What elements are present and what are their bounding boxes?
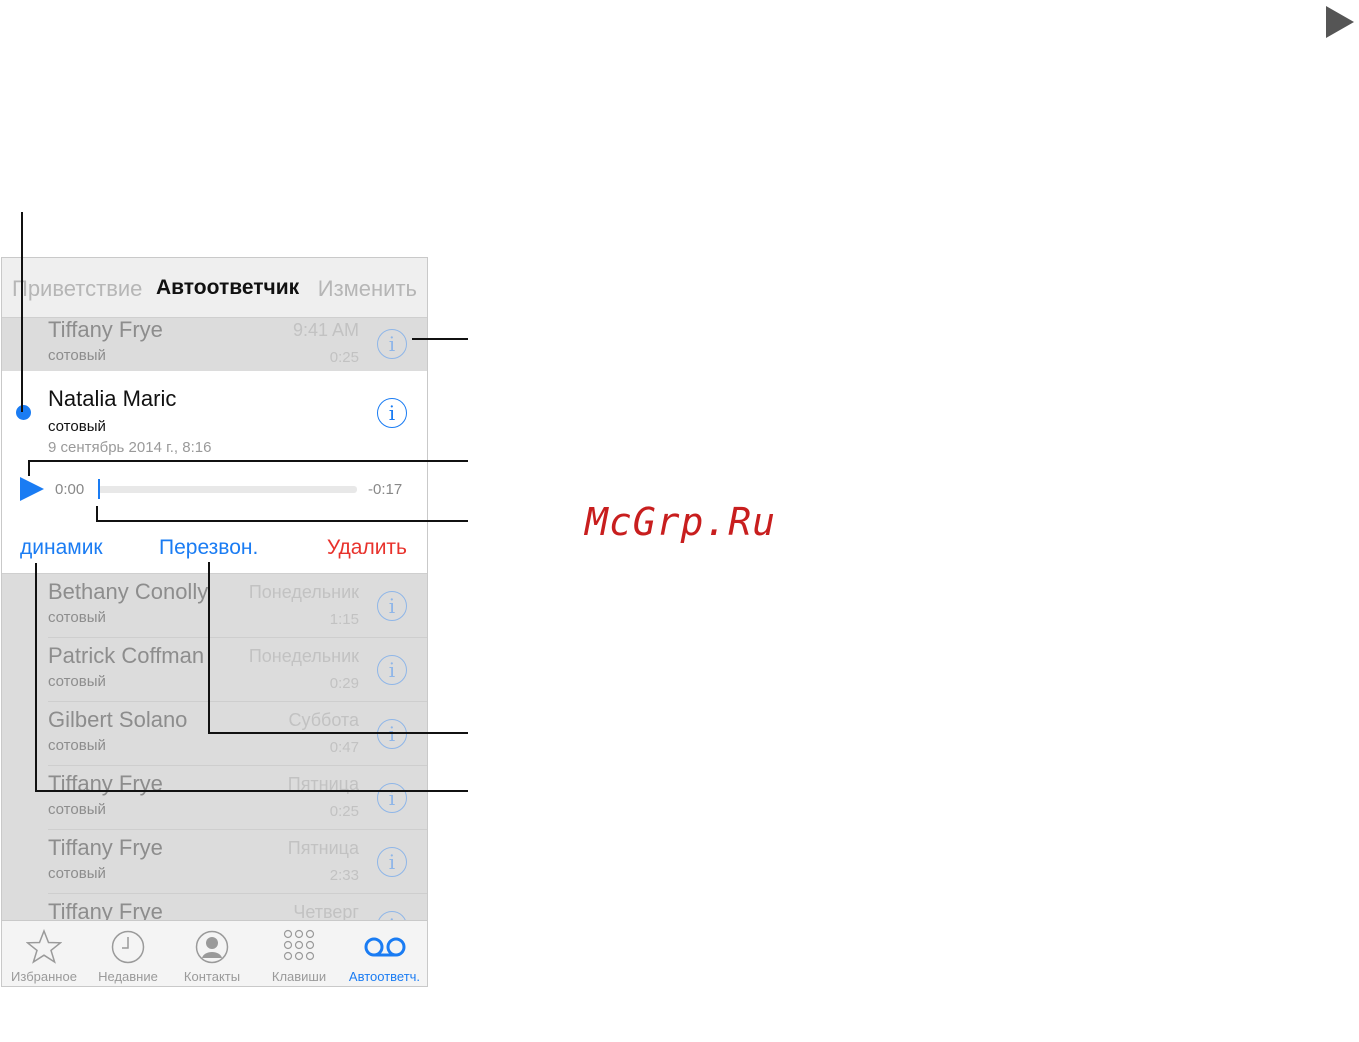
keypad-icon xyxy=(283,929,315,961)
message-duration: 0:29 xyxy=(329,675,359,692)
tab-label: Клавиши xyxy=(271,969,327,984)
tab-label: Недавние xyxy=(98,969,158,984)
caller-name: Tiffany Frye xyxy=(48,317,163,342)
info-icon[interactable]: i xyxy=(377,591,407,621)
callout-line xyxy=(35,563,37,792)
voicemail-row[interactable]: Tiffany Frye сотовый Пятница 0:25 i xyxy=(2,766,427,830)
callout-line xyxy=(412,338,468,340)
callout-line xyxy=(96,520,468,522)
info-icon[interactable]: i xyxy=(377,329,407,359)
contact-icon xyxy=(195,930,229,964)
message-date: Суббота xyxy=(288,710,360,730)
tab-label: Избранное xyxy=(11,969,77,984)
caller-name: Bethany Conolly xyxy=(48,579,209,604)
speaker-button[interactable]: динамик xyxy=(20,536,103,560)
tab-voicemail[interactable]: Автоответч. xyxy=(342,921,427,986)
nav-bar: Приветствие Автоответчик Изменить xyxy=(2,258,427,318)
tab-favorites[interactable]: Избранное xyxy=(2,921,86,986)
message-date: Понедельник xyxy=(248,582,359,602)
callout-line xyxy=(28,460,30,476)
caller-type: сотовый xyxy=(48,347,106,364)
voicemail-row[interactable]: Tiffany Frye сотовый 9:41 AM 0:25 i xyxy=(2,312,427,376)
tab-recents[interactable]: Недавние xyxy=(86,921,170,986)
message-date: Пятница xyxy=(287,838,359,858)
tab-label: Автоответч. xyxy=(348,969,421,984)
message-duration: 0:25 xyxy=(329,803,359,820)
caller-name: Tiffany Frye xyxy=(48,835,163,860)
voicemail-row[interactable]: Patrick Coffman сотовый Понедельник 0:29… xyxy=(2,638,427,702)
caller-name: Gilbert Solano xyxy=(48,707,188,732)
message-date: 9:41 AM xyxy=(292,320,359,340)
caller-name: Patrick Coffman xyxy=(48,643,205,668)
voicemail-row[interactable]: Bethany Conolly сотовый Понедельник 1:15… xyxy=(2,574,427,638)
caller-name: Tiffany Frye xyxy=(48,771,163,796)
scrubber-track[interactable] xyxy=(98,486,357,493)
play-icon[interactable] xyxy=(20,477,44,501)
caller-name: Natalia Maric xyxy=(48,386,177,411)
clock-icon xyxy=(111,930,145,964)
page-title: Автоответчик xyxy=(156,276,300,299)
tab-contacts[interactable]: Контакты xyxy=(170,921,254,986)
watermark: McGrp.Ru xyxy=(585,500,777,544)
edit-button[interactable]: Изменить xyxy=(318,276,417,302)
caller-type: сотовый xyxy=(48,801,106,818)
caller-type: сотовый xyxy=(48,673,106,690)
callout-line xyxy=(21,212,23,412)
callout-line xyxy=(208,732,468,734)
unread-indicator xyxy=(16,405,31,420)
tab-bar: Избранное Недавние Контакты Клавиши Авто… xyxy=(2,920,427,986)
caller-type: сотовый xyxy=(48,418,106,435)
voicemail-row[interactable]: Gilbert Solano сотовый Суббота 0:47 i xyxy=(2,702,427,766)
caller-type: сотовый xyxy=(48,609,106,626)
tab-label: Контакты xyxy=(183,969,241,984)
callout-line xyxy=(35,790,468,792)
star-icon xyxy=(26,929,62,964)
scrubber-handle[interactable] xyxy=(98,479,100,499)
message-duration: 0:47 xyxy=(329,739,359,756)
info-icon[interactable]: i xyxy=(377,783,407,813)
message-date: 9 сентябрь 2014 г., 8:16 xyxy=(48,439,212,456)
voicemail-icon xyxy=(364,937,405,957)
info-icon[interactable]: i xyxy=(377,719,407,749)
callout-line xyxy=(208,562,210,734)
remaining-time: -0:17 xyxy=(368,481,403,498)
info-icon[interactable]: i xyxy=(377,847,407,877)
info-icon[interactable]: i xyxy=(377,398,407,428)
delete-button[interactable]: Удалить xyxy=(327,536,407,560)
elapsed-time: 0:00 xyxy=(55,481,85,498)
info-icon[interactable]: i xyxy=(377,655,407,685)
message-duration: 0:25 xyxy=(329,349,359,366)
greeting-button[interactable]: Приветствие xyxy=(12,276,142,302)
expanded-message: Natalia Maric сотовый 9 сентябрь 2014 г.… xyxy=(2,371,427,574)
voicemail-row[interactable]: Tiffany Frye сотовый Пятница 2:33 i xyxy=(2,830,427,894)
callout-line xyxy=(28,460,468,462)
tab-keypad[interactable]: Клавиши xyxy=(254,921,344,986)
caller-type: сотовый xyxy=(48,737,106,754)
caller-type: сотовый xyxy=(48,865,106,882)
phone-screen: Приветствие Автоответчик Изменить Tiffan… xyxy=(1,257,428,987)
message-duration: 1:15 xyxy=(329,611,359,628)
call-back-button[interactable]: Перезвон. xyxy=(159,536,258,560)
message-duration: 2:33 xyxy=(329,867,359,884)
next-page-arrow-icon[interactable] xyxy=(1326,6,1354,38)
message-date: Понедельник xyxy=(248,646,359,666)
